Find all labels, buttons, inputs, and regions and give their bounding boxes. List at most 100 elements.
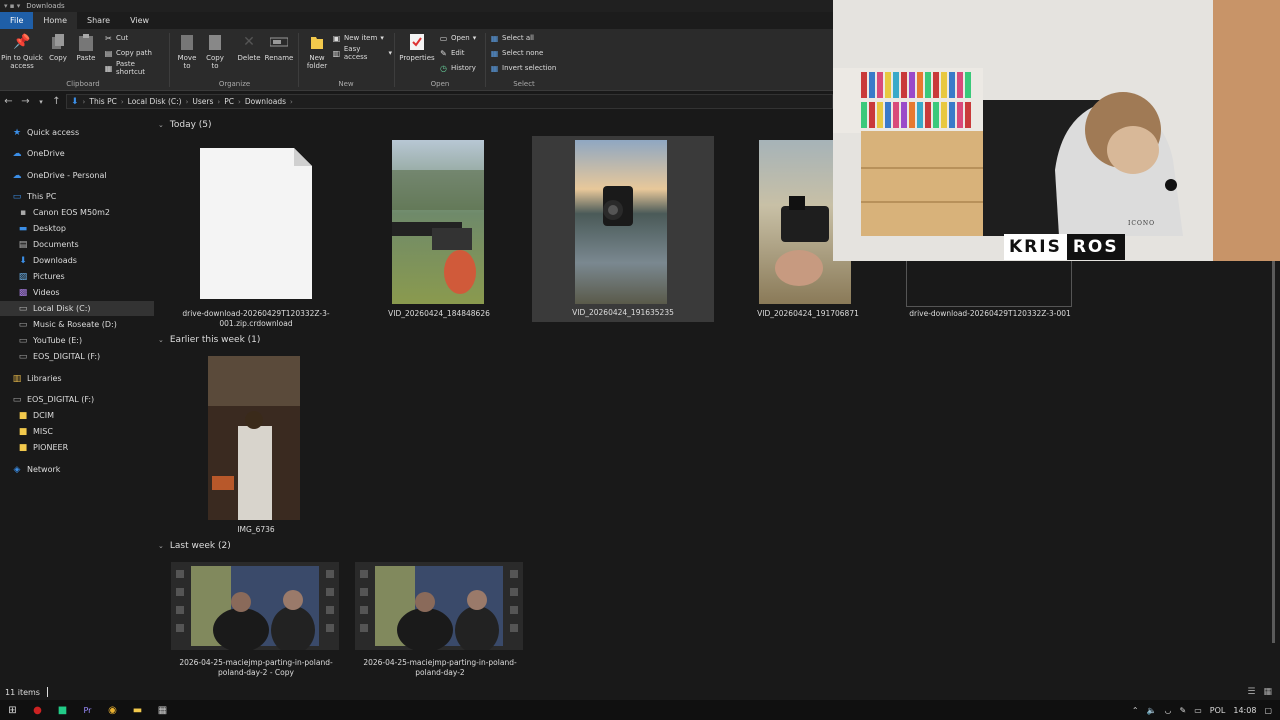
file-item-selected[interactable]: VID_20260424_191635235: [532, 136, 714, 322]
copy-path-button[interactable]: ▤ Copy path: [104, 47, 152, 59]
sidebar-item-pictures[interactable]: ▨ Pictures: [18, 269, 65, 284]
breadcrumb-chevron-icon: ›: [120, 97, 124, 106]
sidebar-item-quick-access[interactable]: ★ Quick access: [12, 125, 79, 140]
sidebar-item-music[interactable]: ▭ Music & Roseate (D:): [18, 317, 117, 332]
clock[interactable]: 14:08: [1233, 706, 1256, 715]
sidebar-item-downloads[interactable]: ⬇ Downloads: [18, 253, 77, 268]
sidebar-item-youtube[interactable]: ▭ YouTube (E:): [18, 333, 82, 348]
tab-home[interactable]: Home: [33, 12, 78, 29]
paste-shortcut-button[interactable]: ▦ Paste shortcut: [104, 60, 166, 76]
new-item-button[interactable]: ▣ New item ▾: [332, 32, 384, 44]
copy-to-button[interactable]: Copy to: [203, 33, 227, 70]
windows-start-icon[interactable]: ⊞: [0, 700, 25, 720]
group-header-last-week[interactable]: ⌄ Last week (2): [158, 541, 231, 551]
recent-locations-chevron-icon[interactable]: ▾: [34, 98, 48, 106]
group-header-earlier-this-week[interactable]: ⌄ Earlier this week (1): [158, 335, 260, 345]
delete-button[interactable]: ✕ Delete: [235, 33, 263, 62]
sidebar-item-eos-digital[interactable]: ▭ EOS_DIGITAL (F:): [18, 349, 100, 364]
ribbon-separator: [298, 33, 299, 87]
open-button[interactable]: ▭ Open ▾: [439, 32, 477, 44]
tray-chevron-up-icon[interactable]: ⌃: [1132, 706, 1139, 715]
app-icon-red[interactable]: ●: [25, 700, 50, 720]
new-folder-button[interactable]: New folder: [303, 33, 331, 70]
ribbon-tabs: File Home Share View: [0, 12, 833, 29]
breadcrumb-this-pc[interactable]: This PC: [89, 97, 116, 106]
copy-button[interactable]: Copy: [47, 33, 69, 62]
sidebar-item-videos[interactable]: ▩ Videos: [18, 285, 60, 300]
pen-icon[interactable]: ✎: [1180, 706, 1187, 715]
cut-button[interactable]: ✂ Cut: [104, 32, 128, 44]
sidebar-item-eos-digital-drive[interactable]: ▭ EOS_DIGITAL (F:): [12, 392, 94, 407]
breadcrumb-local-disk[interactable]: Local Disk (C:): [128, 97, 182, 106]
select-none-button[interactable]: ▦ Select none: [490, 47, 544, 59]
edit-icon: ✎: [440, 48, 447, 58]
move-to-button[interactable]: Move to: [175, 33, 199, 70]
move-to-icon: [178, 33, 196, 51]
sidebar-item-dcim[interactable]: ■ DCIM: [18, 408, 54, 423]
keyboard-icon[interactable]: ▭: [1194, 706, 1202, 715]
history-button[interactable]: ◷ History: [439, 62, 476, 74]
back-arrow-icon[interactable]: ←: [0, 96, 17, 107]
sidebar-item-desktop[interactable]: ▬ Desktop: [18, 221, 66, 236]
sidebar-item-onedrive[interactable]: ☁ OneDrive: [12, 146, 65, 161]
sidebar-item-libraries[interactable]: ▥ Libraries: [12, 371, 62, 386]
notifications-icon[interactable]: ▢: [1264, 706, 1272, 715]
sidebar-item-pioneer[interactable]: ■ PIONEER: [18, 440, 68, 455]
edit-button[interactable]: ✎ Edit: [439, 47, 464, 59]
new-group: New folder ▣ New item ▾ ▥ Easy access ▾ New: [300, 29, 392, 91]
breadcrumb-downloads[interactable]: Downloads: [245, 97, 286, 106]
file-item[interactable]: drive-download-20260429T120332Z-3-001.zi…: [168, 137, 344, 331]
easy-access-button[interactable]: ▥ Easy access ▾: [332, 45, 392, 61]
quick-access-toolbar-icon[interactable]: ▾ ▪ ▾: [4, 2, 20, 10]
large-icons-view-icon[interactable]: ▦: [1263, 687, 1272, 697]
sidebar-item-misc[interactable]: ■ MISC: [18, 424, 53, 439]
select-all-button[interactable]: ▦ Select all: [490, 32, 534, 44]
sidebar-item-onedrive-personal[interactable]: ☁ OneDrive - Personal: [12, 168, 107, 183]
premiere-icon[interactable]: Pr: [75, 700, 100, 720]
file-item[interactable]: VID_20260424_184848626: [351, 137, 527, 331]
group-header-today[interactable]: ⌄ Today (5): [158, 120, 212, 130]
video-thumbnail: [575, 140, 667, 304]
sidebar-item-canon[interactable]: ▪ Canon EOS M50m2: [18, 205, 110, 220]
wifi-icon[interactable]: ◡: [1165, 706, 1172, 715]
tab-share[interactable]: Share: [77, 12, 120, 29]
pin-quick-access-button[interactable]: 📌 Pin to Quick access: [1, 33, 43, 70]
details-view-icon[interactable]: ☰: [1247, 687, 1255, 697]
navigation-pane: ★ Quick access ☁ OneDrive ☁ OneDrive - Pers…: [0, 119, 154, 681]
chevron-down-icon: ▾: [380, 34, 384, 42]
chrome-icon[interactable]: ◉: [100, 700, 125, 720]
sidebar-item-local-disk[interactable]: ▭ Local Disk (C:): [0, 301, 154, 316]
app-icon-green[interactable]: ■: [50, 700, 75, 720]
language-indicator[interactable]: POL: [1210, 706, 1226, 715]
rename-button[interactable]: Rename: [264, 33, 294, 62]
new-item-icon: ▣: [332, 33, 341, 43]
tab-file[interactable]: File: [0, 12, 34, 29]
sidebar-item-network[interactable]: ◈ Network: [12, 462, 61, 477]
volume-icon[interactable]: 🔈: [1147, 706, 1157, 715]
select-group: ▦ Select all ▦ Select none ▦ Invert selecti…: [490, 32, 557, 89]
paste-shortcut-icon: ▦: [104, 63, 113, 73]
file-item[interactable]: 2026-04-25-maciejmp-parting-in-poland-po…: [352, 560, 528, 680]
file-explorer-icon[interactable]: ▬: [125, 700, 150, 720]
status-separator: [46, 687, 48, 697]
address-bar[interactable]: ⬇ › This PC › Local Disk (C:) › Users › …: [66, 94, 833, 109]
paste-button[interactable]: Paste: [74, 33, 98, 62]
banner-name-left: KRIS: [1004, 234, 1067, 260]
file-item[interactable]: IMG_6736: [168, 353, 344, 538]
forward-arrow-icon[interactable]: →: [17, 96, 34, 107]
app-icon-grid[interactable]: ▦: [150, 700, 175, 720]
breadcrumb-pc[interactable]: PC: [224, 97, 234, 106]
folder-icon: [308, 33, 326, 51]
shirt-text: ICONO: [1128, 220, 1156, 227]
sidebar-item-this-pc[interactable]: ▭ This PC: [12, 189, 57, 204]
picture-icon: ▨: [18, 271, 28, 282]
file-item[interactable]: 2026-04-25-maciejmp-parting-in-poland-po…: [168, 560, 344, 680]
properties-button[interactable]: Properties: [399, 33, 435, 62]
address-bar-row: ← → ▾ ↑ ⬇ › This PC › Local Disk (C:) › …: [0, 92, 833, 111]
sidebar-item-documents[interactable]: ▤ Documents: [18, 237, 79, 252]
breadcrumb-users[interactable]: Users: [192, 97, 213, 106]
tab-view[interactable]: View: [120, 12, 159, 29]
file-name: IMG_6736: [237, 525, 275, 534]
invert-selection-button[interactable]: ▦ Invert selection: [490, 62, 557, 74]
up-arrow-icon[interactable]: ↑: [48, 96, 65, 107]
